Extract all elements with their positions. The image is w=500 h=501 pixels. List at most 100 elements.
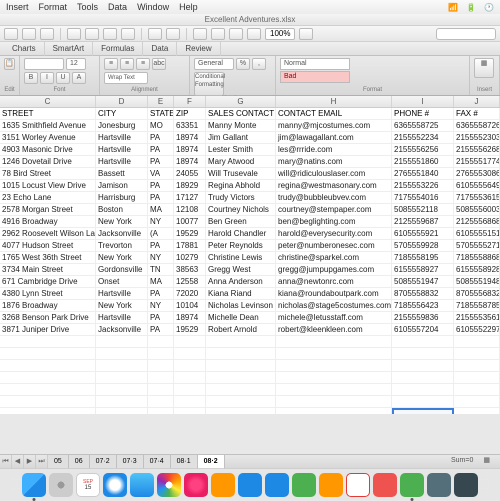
safari-icon[interactable] <box>103 473 127 497</box>
menu-item[interactable]: Insert <box>6 2 29 12</box>
sheet-tab[interactable]: 08·2 <box>198 455 225 469</box>
prev-sheet-button[interactable]: ◀ <box>12 455 24 469</box>
table-row[interactable]: 4916 BroadwayNew YorkNY10077Ben Greenben… <box>0 216 500 228</box>
open-button[interactable] <box>4 28 18 40</box>
quicktime-icon[interactable] <box>454 473 478 497</box>
style-bad[interactable]: Bad <box>280 71 350 83</box>
last-sheet-button[interactable]: ⏭ <box>36 455 48 469</box>
mail-icon[interactable] <box>130 473 154 497</box>
comma-button[interactable]: , <box>252 58 266 70</box>
spreadsheet-grid[interactable]: C D E F G H I J STREETCITYSTATEZIPSALES … <box>0 96 500 414</box>
align-center-button[interactable]: ≡ <box>120 58 134 70</box>
help-button[interactable] <box>247 28 261 40</box>
table-row[interactable]: 1246 Dovetail DriveHartsvillePA18974Mary… <box>0 156 500 168</box>
sort-button[interactable] <box>193 28 207 40</box>
wrap-text-button[interactable]: Wrap Text <box>104 72 148 84</box>
align-right-button[interactable]: ≡ <box>136 58 150 70</box>
tab-smartart[interactable]: SmartArt <box>45 42 94 56</box>
menu-item[interactable]: Window <box>137 2 169 12</box>
print-button[interactable] <box>40 28 54 40</box>
pages-icon[interactable] <box>319 473 343 497</box>
cut-button[interactable] <box>67 28 81 40</box>
search-input[interactable] <box>436 28 496 40</box>
paste-button[interactable] <box>103 28 117 40</box>
number-format-combo[interactable]: General <box>194 58 234 70</box>
first-sheet-button[interactable]: ⏮ <box>0 455 12 469</box>
table-row[interactable] <box>0 396 500 408</box>
clock-icon[interactable]: 🕐 <box>484 3 494 12</box>
table-row[interactable] <box>0 336 500 348</box>
table-row[interactable] <box>0 372 500 384</box>
conditional-formatting-button[interactable]: Conditional Formatting <box>194 72 224 96</box>
table-row[interactable]: 4077 Hudson StreetTrevortonPA17881Peter … <box>0 240 500 252</box>
menu-item[interactable]: Tools <box>77 2 98 12</box>
itunes-icon[interactable] <box>184 473 208 497</box>
next-sheet-button[interactable]: ▶ <box>24 455 36 469</box>
table-row[interactable]: 1635 Smithfield AvenueJonesburgMO63351Ma… <box>0 120 500 132</box>
table-row[interactable]: 23 Echo LaneHarrisburgPA17127Trudy Victo… <box>0 192 500 204</box>
wunderlist-icon[interactable] <box>346 473 370 497</box>
underline-button[interactable]: U <box>56 72 70 84</box>
font-family-combo[interactable] <box>24 58 64 70</box>
font-color-button[interactable]: A <box>72 72 86 84</box>
italic-button[interactable]: I <box>40 72 54 84</box>
wifi-icon[interactable]: 📶 <box>448 3 458 12</box>
paste-big-button[interactable]: 📋 <box>4 58 15 70</box>
orientation-button[interactable]: abc <box>152 58 166 70</box>
sheet-tab[interactable]: 08·1 <box>171 455 198 469</box>
table-row[interactable]: 3734 Main StreetGordonsvilleTN38563Gregg… <box>0 264 500 276</box>
pocket-icon[interactable] <box>373 473 397 497</box>
tab-charts[interactable]: Charts <box>4 42 45 56</box>
table-row[interactable]: 1765 West 36th StreetNew YorkNY10279Chri… <box>0 252 500 264</box>
table-row[interactable]: 3871 Juniper DriveJacksonvillePA19529Rob… <box>0 324 500 336</box>
menu-item[interactable]: Help <box>179 2 198 12</box>
copy-button[interactable] <box>85 28 99 40</box>
table-row[interactable] <box>0 408 500 414</box>
format-painter-button[interactable] <box>121 28 135 40</box>
tab-formulas[interactable]: Formulas <box>93 42 143 56</box>
tab-data[interactable]: Data <box>143 42 177 56</box>
calendar-icon[interactable]: SEP15 <box>76 473 100 497</box>
ibooks-icon[interactable] <box>211 473 235 497</box>
table-row[interactable] <box>0 348 500 360</box>
tab-review[interactable]: Review <box>177 42 220 56</box>
menu-item[interactable]: Format <box>39 2 68 12</box>
style-normal[interactable]: Normal <box>280 58 350 70</box>
launchpad-icon[interactable] <box>49 473 73 497</box>
table-row[interactable]: 4903 Masonic DriveHartsvillePA18974Leste… <box>0 144 500 156</box>
sheet-tab[interactable]: 06 <box>69 455 90 469</box>
excel-icon[interactable] <box>400 473 424 497</box>
table-row[interactable]: 3268 Benson Park DriveHartsvillePA18974M… <box>0 312 500 324</box>
table-row[interactable] <box>0 360 500 372</box>
table-row[interactable]: 2578 Morgan StreetBostonMA12108Courtney … <box>0 204 500 216</box>
preview-icon[interactable] <box>427 473 451 497</box>
sheet-tab[interactable]: 07·2 <box>90 455 117 469</box>
table-row[interactable]: 78 Bird StreetBassettVA24055Will Truseva… <box>0 168 500 180</box>
table-row[interactable]: 1015 Locust View DriveJamisonPA18929Regi… <box>0 180 500 192</box>
table-row[interactable]: 671 Cambridge DriveOnsetMA12558Anna Ande… <box>0 276 500 288</box>
save-button[interactable] <box>22 28 36 40</box>
view-normal-button[interactable]: ▦ <box>483 454 490 468</box>
photos-icon[interactable] <box>157 473 181 497</box>
percent-button[interactable]: % <box>236 58 250 70</box>
battery-icon[interactable]: 🔋 <box>466 3 476 12</box>
table-row[interactable]: 2962 Roosevelt Wilson LaneJacksonville(A… <box>0 228 500 240</box>
finder-icon[interactable] <box>22 473 46 497</box>
bold-button[interactable]: B <box>24 72 38 84</box>
sheet-tab[interactable]: 07·3 <box>117 455 144 469</box>
table-row[interactable]: 1876 BroadwayNew YorkNY10104Nicholas Lev… <box>0 300 500 312</box>
sheet-tab[interactable]: 05 <box>48 455 69 469</box>
sheet-tab[interactable]: 07·4 <box>144 455 171 469</box>
menu-item[interactable]: Data <box>108 2 127 12</box>
insert-cells-button[interactable]: ▦ <box>474 58 494 78</box>
keynote-icon[interactable] <box>265 473 289 497</box>
redo-button[interactable] <box>166 28 180 40</box>
font-size-combo[interactable]: 12 <box>66 58 86 70</box>
align-left-button[interactable]: ≡ <box>104 58 118 70</box>
zoom-fit-button[interactable] <box>299 28 313 40</box>
filter-button[interactable] <box>211 28 225 40</box>
undo-button[interactable] <box>148 28 162 40</box>
column-headers[interactable]: C D E F G H I J <box>0 96 500 108</box>
table-row[interactable] <box>0 384 500 396</box>
table-row[interactable]: 4380 Lynn StreetHartsvillePA72020Kiana R… <box>0 288 500 300</box>
